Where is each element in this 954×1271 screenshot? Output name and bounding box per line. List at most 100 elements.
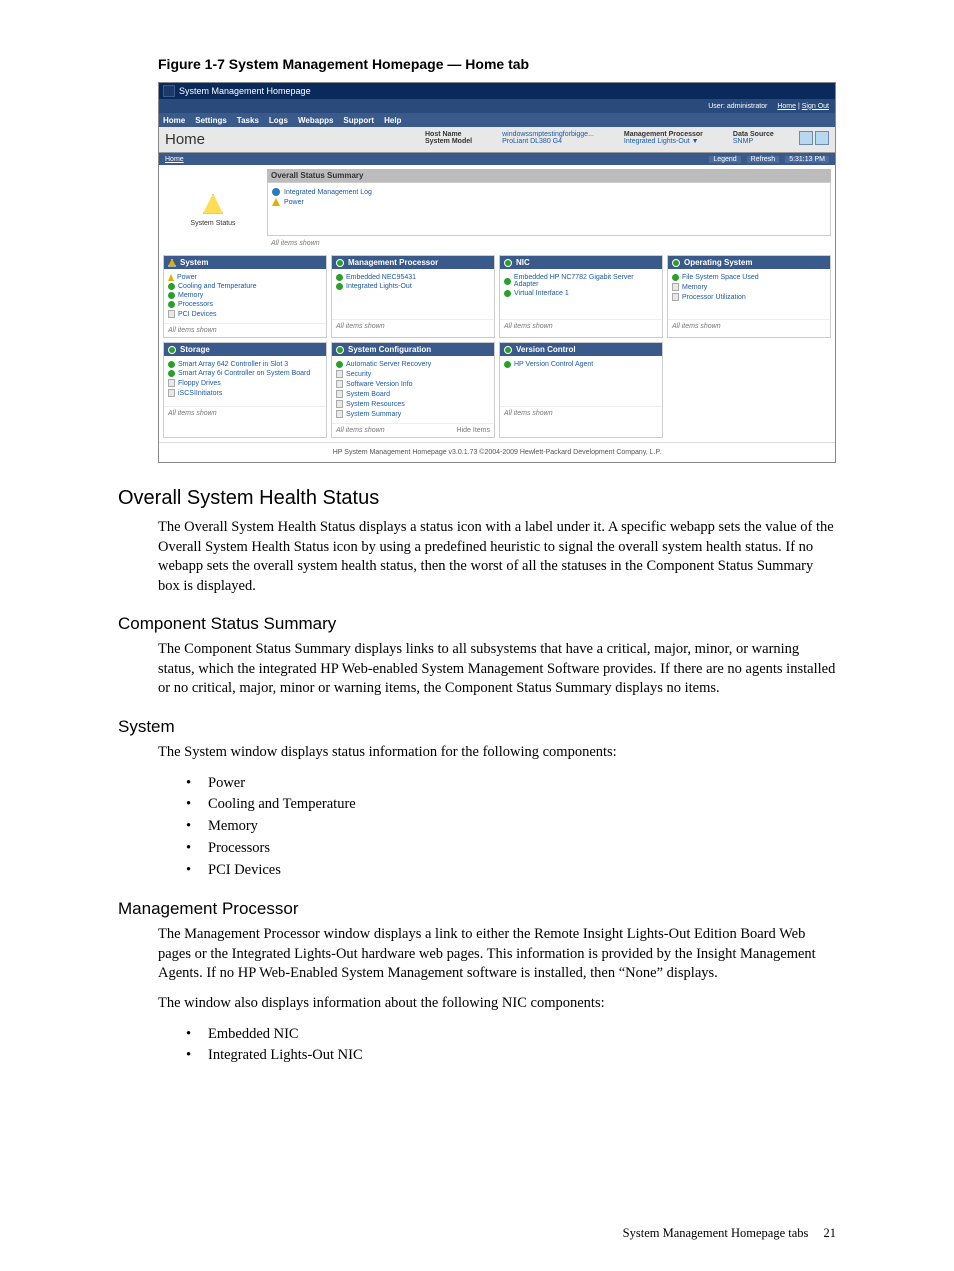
view-grid-icon[interactable] bbox=[815, 131, 829, 145]
card-header: Management Processor bbox=[332, 256, 494, 269]
card-item[interactable]: Integrated Lights-Out bbox=[336, 282, 490, 291]
card-header: Version Control bbox=[500, 343, 662, 356]
page-title: Home bbox=[165, 131, 425, 148]
menu-support[interactable]: Support bbox=[343, 116, 374, 125]
card-item[interactable]: Smart Array 642 Controller in Slot 3 bbox=[168, 360, 322, 369]
card-body: Embedded NEC95431Integrated Lights-Out bbox=[332, 269, 494, 319]
list-item: Power bbox=[186, 773, 836, 795]
menu-webapps[interactable]: Webapps bbox=[298, 116, 333, 125]
all-items-shown: All items shown bbox=[336, 427, 385, 434]
list-item: Memory bbox=[186, 816, 836, 838]
timestamp: 5:31:13 PM bbox=[785, 156, 829, 163]
card-item-text: File System Space Used bbox=[682, 274, 759, 281]
cards-grid: SystemPowerCooling and TemperatureMemory… bbox=[159, 255, 835, 442]
card-item[interactable]: PCI Devices bbox=[168, 309, 322, 319]
figure-caption: Figure 1-7 System Management Homepage — … bbox=[158, 56, 836, 72]
card-item[interactable]: iSCSIInitiators bbox=[168, 388, 322, 398]
card-item-text: Memory bbox=[178, 292, 203, 299]
hide-items-link[interactable]: Hide Items bbox=[457, 427, 490, 434]
card-item[interactable]: Automatic Server Recovery bbox=[336, 360, 490, 369]
menu-logs[interactable]: Logs bbox=[269, 116, 288, 125]
card-title: System bbox=[180, 258, 208, 267]
card-item[interactable]: Processor Utilization bbox=[672, 292, 826, 302]
user-bar: User: administrator Home | Sign Out bbox=[159, 99, 835, 113]
card-footer: All items shown Hide Items bbox=[332, 423, 494, 437]
card-item[interactable]: Virtual Interface 1 bbox=[504, 289, 658, 298]
card-title: NIC bbox=[516, 258, 530, 267]
list-item: PCI Devices bbox=[186, 860, 836, 882]
heading-system: System bbox=[118, 717, 836, 737]
card-item[interactable]: HP Version Control Agent bbox=[504, 360, 658, 369]
card-item[interactable]: File System Space Used bbox=[672, 273, 826, 282]
all-items-shown: All items shown bbox=[267, 236, 831, 251]
card-title: System Configuration bbox=[348, 345, 431, 354]
all-items-shown: All items shown bbox=[504, 410, 553, 417]
refresh-link[interactable]: Refresh bbox=[747, 156, 780, 163]
menu-tasks[interactable]: Tasks bbox=[237, 116, 259, 125]
card-footer: All items shown bbox=[164, 323, 326, 337]
card-item[interactable]: Processors bbox=[168, 300, 322, 309]
legend-link[interactable]: Legend bbox=[709, 156, 740, 163]
card-item-text: System Summary bbox=[346, 411, 401, 418]
hp-logo-icon bbox=[163, 85, 175, 97]
data-source-value: SNMP bbox=[733, 138, 774, 145]
card-item[interactable]: System Summary bbox=[336, 409, 490, 419]
ok-icon bbox=[168, 346, 176, 354]
card-item-text: Processor Utilization bbox=[682, 294, 746, 301]
card-item-text: Power bbox=[177, 274, 197, 281]
card-body: Automatic Server Recovery SecuritySoftwar… bbox=[332, 356, 494, 423]
heading-component-summary: Component Status Summary bbox=[118, 614, 836, 634]
card-item[interactable]: Cooling and Temperature bbox=[168, 282, 322, 291]
card-item[interactable]: Security bbox=[336, 369, 490, 379]
overall-status-summary: Overall Status Summary Integrated Manage… bbox=[267, 169, 831, 251]
card-item[interactable]: Smart Array 6i Controller on System Boar… bbox=[168, 369, 322, 378]
data-source-label: Data Source bbox=[733, 131, 774, 138]
system-list: PowerCooling and TemperatureMemoryProces… bbox=[186, 773, 836, 882]
card-item-text: Embedded HP NC7782 Gigabit Server Adapte… bbox=[514, 274, 658, 288]
doc-icon bbox=[672, 293, 679, 301]
card-item[interactable]: Memory bbox=[672, 282, 826, 292]
card-item[interactable]: System Resources bbox=[336, 399, 490, 409]
card-item[interactable]: Floppy Drives bbox=[168, 378, 322, 388]
card-item[interactable]: Software Version Info bbox=[336, 379, 490, 389]
menu-help[interactable]: Help bbox=[384, 116, 401, 125]
mgmt-proc-value[interactable]: Integrated Lights-Out ▼ bbox=[624, 138, 703, 145]
card-item[interactable]: Embedded NEC95431 bbox=[336, 273, 490, 282]
card-item[interactable]: Memory bbox=[168, 291, 322, 300]
menu-home[interactable]: Home bbox=[163, 116, 185, 125]
card-title: Operating System bbox=[684, 258, 752, 267]
card-item-text: Virtual Interface 1 bbox=[514, 290, 569, 297]
card-item-text: Memory bbox=[682, 284, 707, 291]
warning-triangle-icon bbox=[203, 194, 223, 214]
card-item[interactable]: System Board bbox=[336, 389, 490, 399]
summary-item-text: Integrated Management Log bbox=[284, 189, 372, 196]
card-item-text: Security bbox=[346, 371, 371, 378]
status-card: Storage Smart Array 642 Controller in Slo… bbox=[163, 342, 327, 438]
view-list-icon[interactable] bbox=[799, 131, 813, 145]
status-card: Version Control HP Version Control Agent A… bbox=[499, 342, 663, 438]
warning-icon bbox=[168, 274, 174, 281]
status-card: Management ProcessorEmbedded NEC95431Int… bbox=[331, 255, 495, 338]
system-model-label: System Model bbox=[425, 138, 472, 145]
overall-status-block: System Status bbox=[159, 165, 267, 255]
ok-icon bbox=[168, 292, 175, 299]
doc-icon bbox=[168, 310, 175, 318]
card-title: Storage bbox=[180, 345, 210, 354]
all-items-shown: All items shown bbox=[168, 327, 217, 334]
link-home[interactable]: Home bbox=[777, 103, 796, 110]
link-signout[interactable]: Sign Out bbox=[802, 103, 829, 110]
summary-item[interactable]: Power bbox=[272, 197, 826, 207]
menu-settings[interactable]: Settings bbox=[195, 116, 227, 125]
breadcrumb[interactable]: Home bbox=[165, 156, 184, 163]
card-footer: All items shown bbox=[500, 406, 662, 420]
doc-icon bbox=[336, 380, 343, 388]
card-item[interactable]: Power bbox=[168, 273, 322, 282]
warning-icon bbox=[168, 259, 176, 267]
doc-icon bbox=[336, 400, 343, 408]
card-footer: All items shown bbox=[668, 319, 830, 333]
card-item[interactable]: Embedded HP NC7782 Gigabit Server Adapte… bbox=[504, 273, 658, 289]
status-card: Operating System File System Space Used Me… bbox=[667, 255, 831, 338]
summary-item[interactable]: Integrated Management Log bbox=[272, 187, 826, 197]
all-items-shown: All items shown bbox=[168, 410, 217, 417]
card-body: PowerCooling and TemperatureMemoryProces… bbox=[164, 269, 326, 323]
